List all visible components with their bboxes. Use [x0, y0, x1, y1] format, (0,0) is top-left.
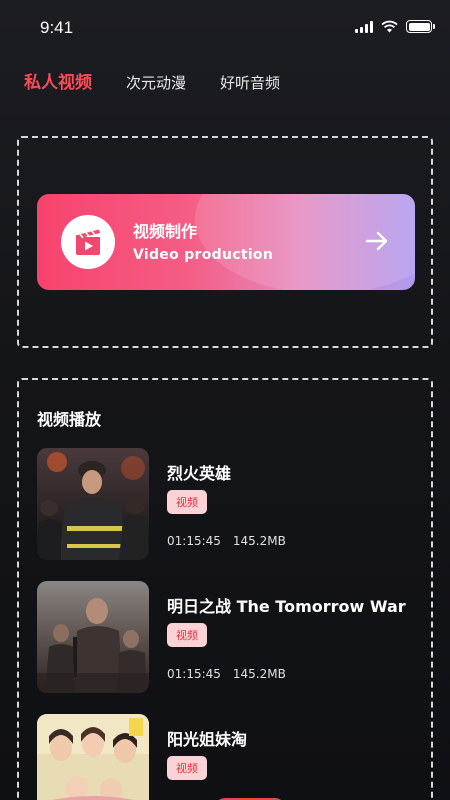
arrow-right-icon[interactable] [365, 230, 389, 252]
cellular-signal-icon [355, 20, 373, 33]
video-thumbnail[interactable] [37, 448, 149, 560]
video-production-panel: 视频制作 Video production [17, 136, 433, 348]
video-duration: 01:15:45 [167, 534, 221, 548]
video-title: 烈火英雄 [167, 464, 232, 483]
category-tabs: 私人视频 次元动漫 好听音频 [24, 68, 314, 93]
production-title: 视频制作 [133, 222, 198, 241]
video-title: 明日之战 The Tomorrow War [167, 597, 406, 616]
video-thumbnail[interactable] [37, 714, 149, 800]
video-title: 阳光姐妹淘 [167, 730, 248, 749]
playback-section-title: 视频播放 [37, 410, 102, 429]
video-item[interactable]: 阳光姐妹淘 视频 [37, 714, 427, 800]
clapperboard-play-icon [61, 215, 115, 269]
video-duration: 01:15:45 [167, 667, 221, 681]
video-thumbnail[interactable] [37, 581, 149, 693]
status-time: 9:41 [40, 18, 74, 37]
video-type-badge: 视频 [167, 756, 207, 780]
status-icons [355, 20, 435, 33]
video-type-badge: 视频 [167, 623, 207, 647]
battery-icon [406, 20, 435, 33]
video-item[interactable]: 明日之战 The Tomorrow War 视频 01:15:45 145.2MB [37, 581, 427, 693]
video-production-card[interactable]: 视频制作 Video production [37, 194, 415, 290]
video-item[interactable]: 烈火英雄 视频 01:15:45 145.2MB [37, 448, 427, 560]
video-meta: 01:15:45 145.2MB [167, 534, 286, 548]
video-size: 145.2MB [232, 534, 286, 548]
video-type-badge: 视频 [167, 490, 207, 514]
production-subtitle: Video production [133, 247, 274, 263]
video-meta: 01:15:45 145.2MB [167, 667, 286, 681]
video-playback-panel: 视频播放 烈火英雄 视频 01:15:45 145.2MB 明日之战 The T… [17, 378, 433, 800]
status-bar: 9:41 [0, 0, 450, 56]
wifi-icon [381, 20, 398, 33]
tab-audio[interactable]: 好听音频 [220, 72, 280, 93]
video-size: 145.2MB [232, 667, 286, 681]
tab-anime[interactable]: 次元动漫 [126, 72, 186, 93]
tab-private-video[interactable]: 私人视频 [24, 68, 92, 93]
